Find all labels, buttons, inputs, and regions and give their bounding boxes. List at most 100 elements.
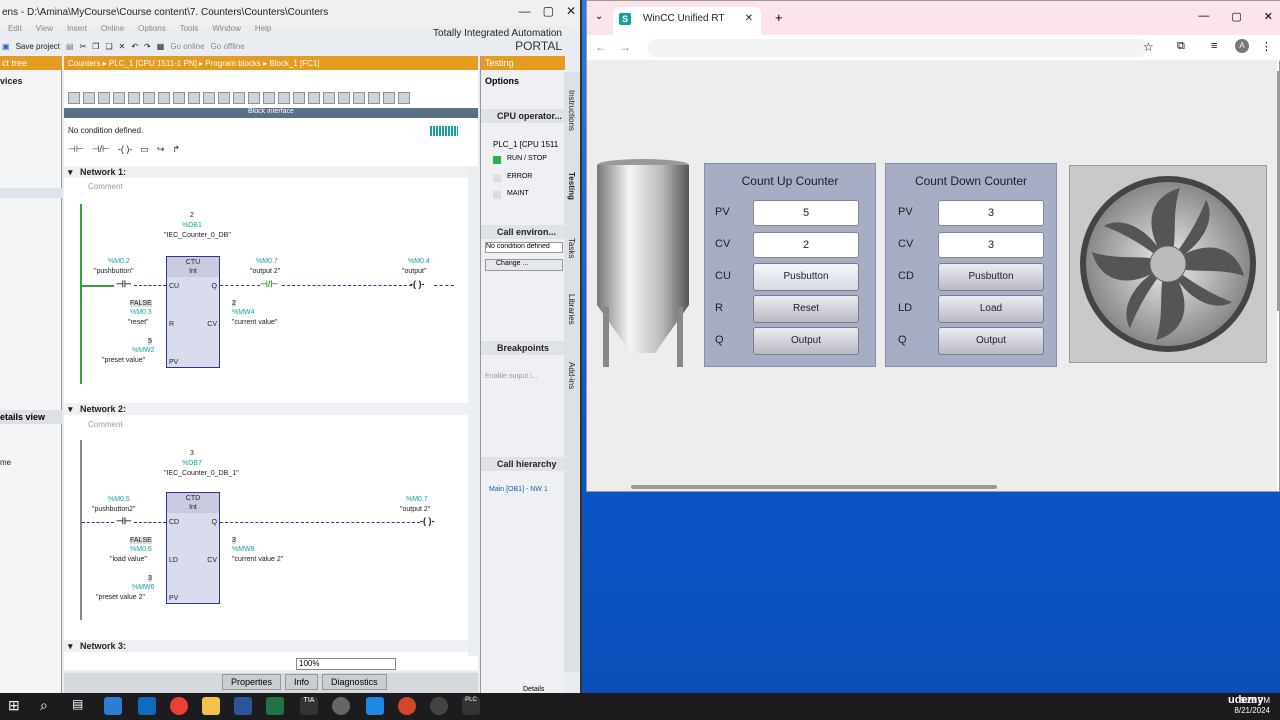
toolbar-icon[interactable] — [98, 92, 110, 104]
toolbar-icon[interactable] — [158, 92, 170, 104]
change-button[interactable]: Change ... — [485, 259, 563, 271]
output-button[interactable]: Output — [938, 327, 1044, 355]
delete-icon[interactable]: ✕ — [119, 42, 126, 51]
ctd-block[interactable]: CTD Int CD LD PV Q CV — [166, 492, 220, 604]
minimize-icon[interactable]: — — [519, 4, 531, 18]
toolbar-icon[interactable] — [353, 92, 365, 104]
go-offline-button[interactable]: Go offline — [211, 42, 245, 51]
load-button[interactable]: Load — [938, 295, 1044, 323]
tab-instructions[interactable]: Instructions — [567, 90, 576, 131]
menu-online[interactable]: Online — [101, 24, 124, 38]
contact-pushbutton2[interactable]: ⊣⊢ — [116, 516, 132, 527]
menu-options[interactable]: Options — [138, 24, 166, 38]
toolbar-icon[interactable] — [398, 92, 410, 104]
forward-icon[interactable]: → — [619, 40, 631, 54]
block-interface-bar[interactable]: Block interface — [64, 108, 478, 118]
back-icon[interactable]: ← — [595, 40, 607, 54]
collapse-icon[interactable]: ▾ — [68, 641, 73, 651]
menu-edit[interactable]: Edit — [8, 24, 22, 38]
network-2-header[interactable]: ▾ Network 2: — [64, 403, 468, 415]
menu-insert[interactable]: Insert — [67, 24, 87, 38]
toolbar-icon[interactable] — [188, 92, 200, 104]
menu-tools[interactable]: Tools — [180, 24, 199, 38]
main-ob-link[interactable]: Main [OB1] - NW 1 — [489, 486, 548, 493]
toolbar-icon[interactable] — [323, 92, 335, 104]
powerpoint-icon[interactable] — [398, 697, 416, 715]
toolbar-icon[interactable] — [68, 92, 80, 104]
toolbar-icon[interactable] — [338, 92, 350, 104]
tree-item-selected[interactable] — [0, 188, 62, 198]
tia-portal-icon[interactable]: TIA — [300, 697, 318, 715]
search-icon[interactable]: ⌕ — [40, 697, 58, 715]
zoom-select[interactable]: 100% — [296, 658, 396, 670]
tab-diagnostics[interactable]: Diagnostics — [322, 674, 387, 690]
close-icon[interactable]: ✕ — [1264, 10, 1273, 23]
toolbar-icon[interactable] — [248, 92, 260, 104]
output-coil[interactable]: -( )- — [410, 279, 425, 289]
media-icon[interactable]: ≡ — [1211, 40, 1217, 52]
browser-tab[interactable]: S WinCC Unified RT ✕ — [613, 7, 761, 35]
pushbutton-button[interactable]: Pusbutton — [938, 263, 1044, 291]
cv-field[interactable]: 3 — [938, 232, 1044, 258]
tab-close-icon[interactable]: ✕ — [745, 13, 753, 24]
menu-help[interactable]: Help — [255, 24, 271, 38]
enable-output-checkbox[interactable]: Enable output i... — [485, 373, 538, 380]
tab-info[interactable]: Info — [285, 674, 319, 690]
tab-testing[interactable]: Testing — [567, 172, 576, 200]
ctu-block[interactable]: CTU Int CU R PV Q CV — [166, 256, 220, 368]
cut-icon[interactable]: ✂ — [80, 42, 87, 51]
cpu-operator-section[interactable]: CPU operator... — [481, 109, 565, 123]
toolbar-icon[interactable] — [83, 92, 95, 104]
pv-field[interactable]: 5 — [753, 200, 859, 226]
contact-output2[interactable]: ⊣/⊢ — [260, 279, 278, 290]
coil-icon[interactable]: -( )- — [118, 144, 133, 155]
menu-dots-icon[interactable]: ⋮ — [1261, 40, 1272, 53]
app-icon[interactable] — [104, 697, 122, 715]
file-explorer-icon[interactable] — [202, 697, 220, 715]
toolbar-icon[interactable] — [233, 92, 245, 104]
toolbar-icon[interactable] — [383, 92, 395, 104]
horizontal-scrollbar[interactable] — [631, 485, 997, 489]
box-icon[interactable]: ▭ — [140, 144, 149, 155]
new-tab-icon[interactable]: + — [775, 10, 783, 25]
word-icon[interactable] — [234, 697, 252, 715]
toolbar-icon[interactable] — [113, 92, 125, 104]
bookmark-star-icon[interactable]: ☆ — [1143, 40, 1154, 54]
print-icon[interactable]: ▤ — [66, 42, 74, 51]
copy-icon[interactable]: ❐ — [92, 42, 99, 51]
toolbar-icon[interactable] — [128, 92, 140, 104]
normally-open-contact-icon[interactable]: ⊣⊢ — [68, 144, 84, 155]
normally-closed-contact-icon[interactable]: ⊣/⊢ — [92, 144, 110, 155]
maximize-icon[interactable]: ▢ — [1231, 10, 1241, 23]
chrome-icon[interactable] — [170, 697, 188, 715]
network-1-comment[interactable]: Comment — [88, 182, 123, 191]
network-2-comment[interactable]: Comment — [88, 420, 123, 429]
output-button[interactable]: Output — [753, 327, 859, 355]
excel-icon[interactable] — [266, 697, 284, 715]
network-1-header[interactable]: ▾ Network 1: — [64, 166, 468, 178]
app-icon[interactable] — [366, 697, 384, 715]
tab-libraries[interactable]: Libraries — [567, 294, 576, 325]
compile-icon[interactable]: ▦ — [157, 42, 165, 51]
maximize-icon[interactable]: ▢ — [543, 4, 554, 18]
windows-start-icon[interactable]: ⊞ — [8, 697, 26, 715]
tab-tasks[interactable]: Tasks — [567, 238, 576, 258]
url-input[interactable] — [647, 39, 1147, 57]
toolbar-icon[interactable] — [218, 92, 230, 104]
redo-icon[interactable]: ↷ — [144, 42, 151, 51]
toolbar-icon[interactable] — [293, 92, 305, 104]
extensions-icon[interactable]: ⧉ — [1177, 40, 1185, 53]
pushbutton-button[interactable]: Pusbutton — [753, 263, 859, 291]
tab-list-icon[interactable]: ⌄ — [595, 11, 603, 22]
call-environment-section[interactable]: Call environ... — [481, 225, 565, 239]
save-project-button[interactable]: Save project — [16, 42, 60, 51]
plcsim-icon[interactable]: PLC — [462, 697, 480, 715]
close-branch-icon[interactable]: ↱ — [172, 144, 180, 155]
close-icon[interactable]: ✕ — [566, 4, 576, 18]
breakpoints-section[interactable]: Breakpoints — [481, 341, 565, 355]
paste-icon[interactable]: ❏ — [105, 42, 112, 51]
toolbar-icon[interactable] — [278, 92, 290, 104]
reset-button[interactable]: Reset — [753, 295, 859, 323]
output-coil[interactable]: -( )- — [420, 516, 435, 526]
collapse-icon[interactable]: ▾ — [68, 167, 73, 177]
